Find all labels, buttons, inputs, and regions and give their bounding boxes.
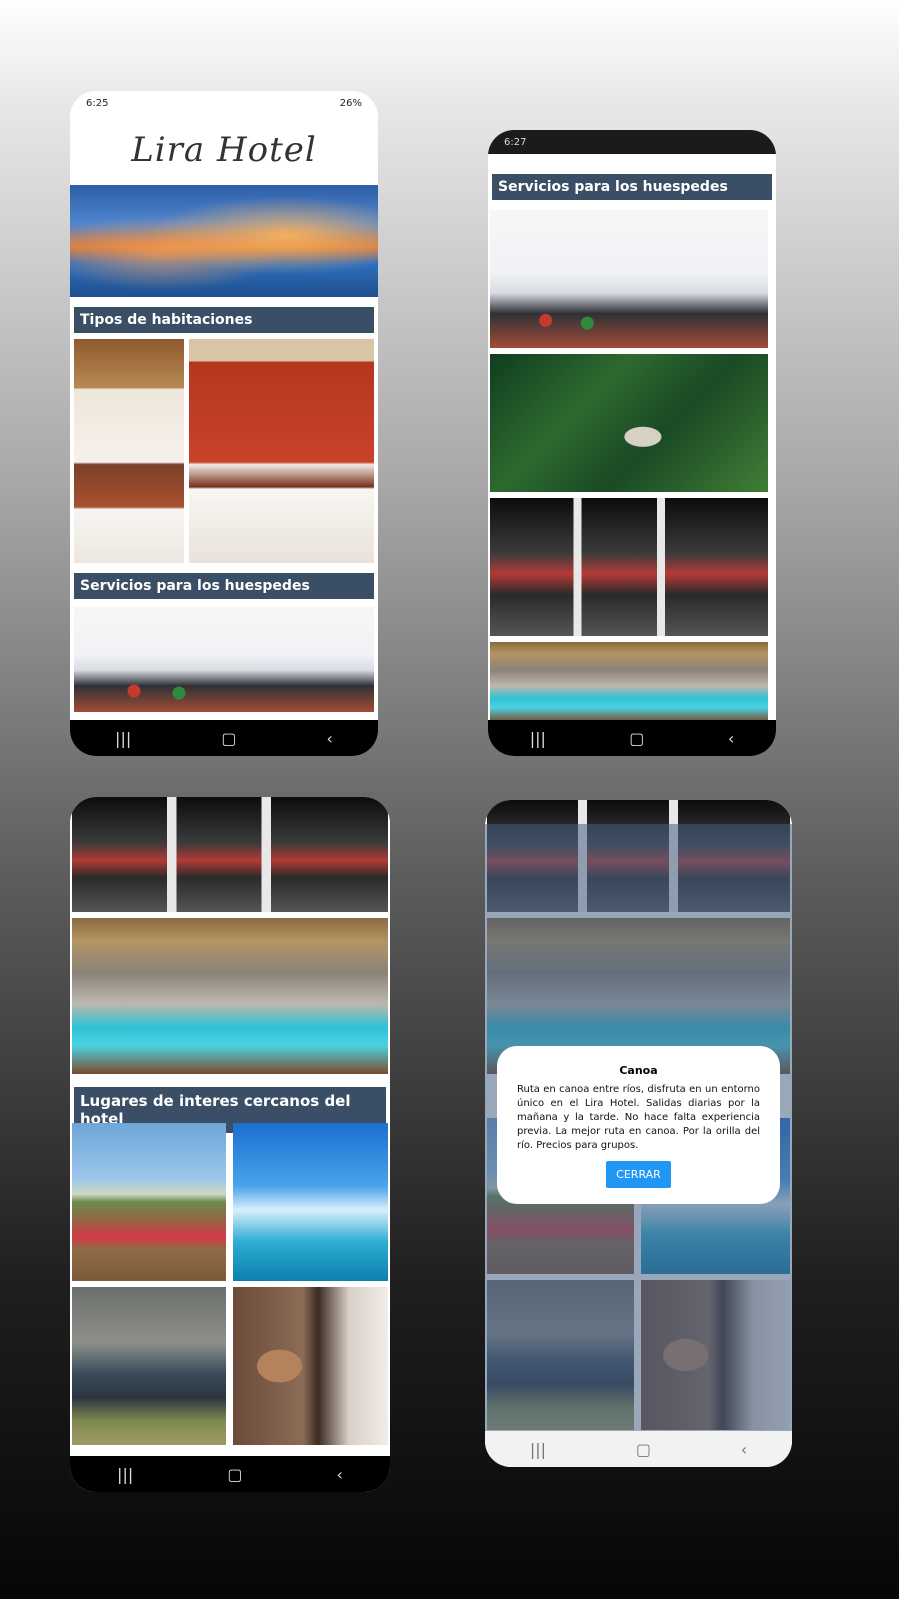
back-icon[interactable]: ‹: [337, 1465, 343, 1484]
status-bar: 6:27: [488, 130, 776, 154]
phone-screen-2: 6:27 Servicios para los huespedes ||| ▢ …: [488, 130, 776, 756]
place-kayak-image[interactable]: [72, 1123, 226, 1281]
dialog-title: Canoa: [619, 1064, 658, 1077]
nav-bar: ||| ▢ ‹: [488, 720, 776, 756]
nav-bar: ||| ▢ ‹: [70, 720, 378, 756]
services-event-image[interactable]: [74, 607, 374, 712]
room-image-1[interactable]: [74, 339, 184, 563]
home-icon[interactable]: ▢: [227, 1465, 242, 1484]
status-time: 6:25: [86, 97, 109, 109]
status-bar: 6:25 26%: [70, 91, 378, 115]
phone-screen-4: Canoa Ruta en canoa entre ríos, disfruta…: [485, 800, 792, 1467]
home-icon[interactable]: ▢: [629, 729, 644, 748]
phone-screen-3: Lugares de interes cercanos del hotel ||…: [70, 797, 390, 1492]
place-museum-image[interactable]: [233, 1287, 388, 1445]
nav-bar: ||| ▢ ‹: [485, 1431, 792, 1467]
services-indoor-pool-image[interactable]: [72, 918, 388, 1074]
section-guest-services: Servicios para los huespedes: [74, 573, 374, 599]
phone-screen-1: 6:25 26% Lira Hotel Tipos de habitacione…: [70, 91, 378, 756]
recent-apps-icon[interactable]: |||: [117, 1465, 133, 1484]
recent-apps-icon[interactable]: |||: [530, 1440, 546, 1459]
services-gym-image[interactable]: [490, 498, 768, 636]
back-icon[interactable]: ‹: [327, 729, 333, 748]
nav-bar: ||| ▢ ‹: [70, 1456, 390, 1492]
recent-apps-icon[interactable]: |||: [530, 729, 546, 748]
hotel-pool-image: [70, 185, 378, 297]
recent-apps-icon[interactable]: |||: [115, 729, 131, 748]
services-gym-image[interactable]: [72, 797, 388, 912]
room-image-2[interactable]: [189, 339, 374, 563]
place-kitesurf-image[interactable]: [233, 1123, 388, 1281]
services-nature-image[interactable]: [490, 354, 768, 492]
brand-title: Lira Hotel: [131, 130, 317, 170]
home-icon[interactable]: ▢: [221, 729, 236, 748]
back-icon[interactable]: ‹: [741, 1440, 747, 1459]
status-time: 6:27: [504, 136, 527, 148]
section-guest-services: Servicios para los huespedes: [492, 174, 772, 200]
back-icon[interactable]: ‹: [728, 729, 734, 748]
home-icon[interactable]: ▢: [636, 1440, 651, 1459]
services-event-image[interactable]: [490, 210, 768, 348]
place-dialog: Canoa Ruta en canoa entre ríos, disfruta…: [497, 1046, 780, 1204]
battery-level: 26%: [339, 97, 362, 109]
section-room-types: Tipos de habitaciones: [74, 307, 374, 333]
services-indoor-pool-image[interactable]: [490, 642, 768, 722]
place-cycling-image[interactable]: [72, 1287, 226, 1445]
close-button[interactable]: CERRAR: [606, 1161, 671, 1188]
hotel-logo: Lira Hotel: [70, 115, 378, 185]
dialog-body: Ruta en canoa entre ríos, disfruta en un…: [517, 1084, 760, 1151]
